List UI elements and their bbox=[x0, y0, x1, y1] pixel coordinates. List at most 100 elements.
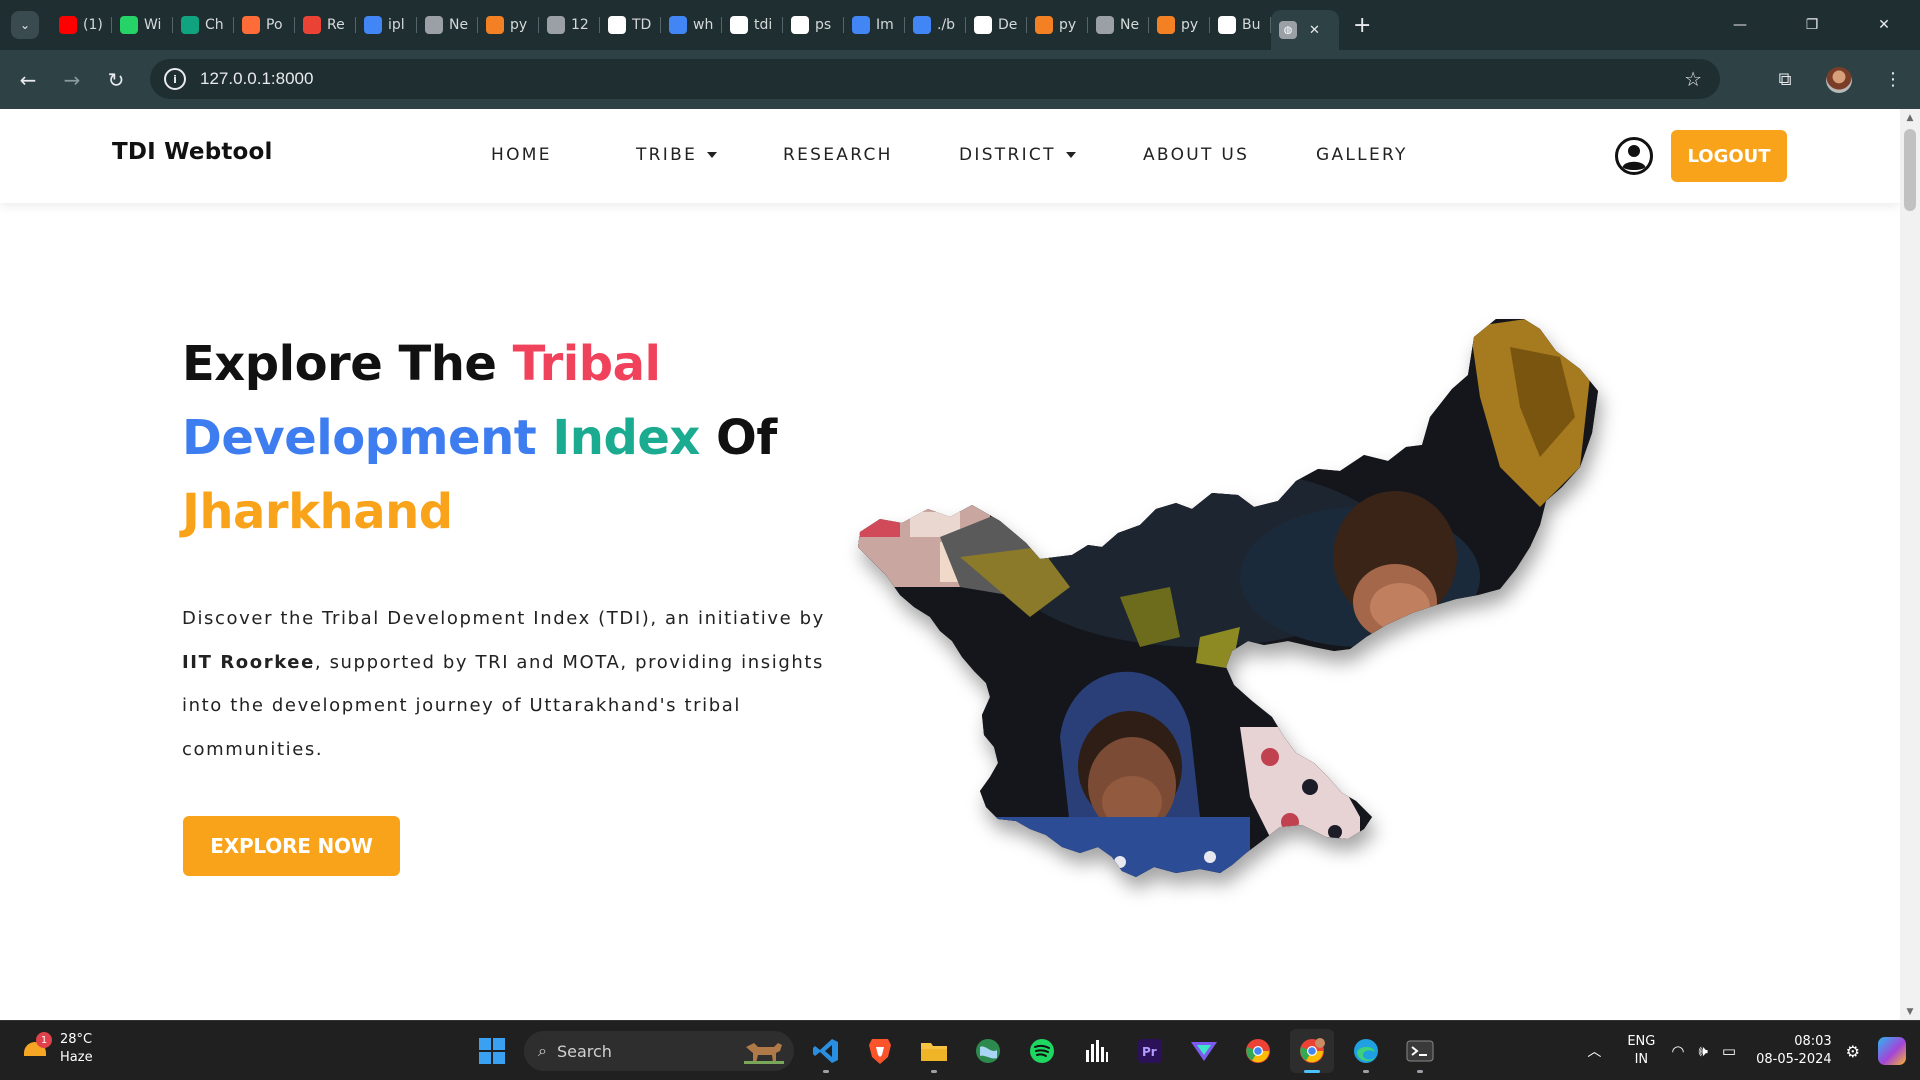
edge-icon[interactable] bbox=[1344, 1029, 1388, 1073]
close-window-icon[interactable]: ✕ bbox=[1848, 0, 1920, 50]
new-tab-icon[interactable]: + bbox=[1353, 13, 1371, 38]
browser-tab[interactable]: Ne bbox=[1088, 8, 1149, 42]
premiere-pro-icon[interactable]: Pr bbox=[1128, 1029, 1172, 1073]
menu-item-district[interactable]: DISTRICT bbox=[959, 145, 1143, 165]
brave-icon[interactable] bbox=[858, 1029, 902, 1073]
menu-item-home[interactable]: HOME bbox=[491, 145, 636, 165]
menu-kebab-icon[interactable]: ⋮ bbox=[1866, 60, 1920, 100]
browser-tab[interactable]: Bu bbox=[1210, 8, 1271, 42]
file-explorer-icon[interactable] bbox=[912, 1029, 956, 1073]
globe-icon: ◍ bbox=[1279, 21, 1297, 39]
desc-part: Discover the Tribal Development Index (T… bbox=[182, 608, 825, 629]
box-icon bbox=[791, 16, 809, 34]
google-icon bbox=[852, 16, 870, 34]
jharkhand-map-image bbox=[858, 319, 1598, 877]
bookmark-star-icon[interactable]: ☆ bbox=[1684, 67, 1702, 91]
hero-description: Discover the Tribal Development Index (T… bbox=[182, 597, 852, 771]
main-menu: HOME TRIBE RESEARCH DISTRICT ABOUT US GA… bbox=[491, 145, 1408, 165]
restore-icon[interactable]: ❐ bbox=[1776, 0, 1848, 50]
menu-item-label: RESEARCH bbox=[783, 145, 893, 165]
copilot-icon[interactable] bbox=[1878, 1037, 1906, 1065]
clock[interactable]: 08:03 08-05-2024 bbox=[1756, 1033, 1832, 1069]
tab-active[interactable]: ◍ ✕ bbox=[1271, 10, 1339, 50]
minimize-icon[interactable]: — bbox=[1704, 0, 1776, 50]
chrome-generic-icon bbox=[1096, 16, 1114, 34]
clock-time: 08:03 bbox=[1794, 1034, 1832, 1049]
title-tribal: Tribal bbox=[512, 336, 661, 392]
settings-gear-icon[interactable]: ⚙ bbox=[1846, 1042, 1860, 1061]
hero-title: Explore The Tribal Development Index Of Jh… bbox=[182, 327, 822, 549]
title-of: Of bbox=[699, 410, 777, 466]
toolbar-actions: ⧉ ⋮ bbox=[1758, 50, 1920, 109]
title-jharkhand: Jharkhand bbox=[182, 484, 453, 540]
site-info-icon[interactable]: i bbox=[164, 68, 186, 90]
stackoverflow-icon bbox=[1035, 16, 1053, 34]
browser-tab[interactable]: py bbox=[478, 8, 539, 42]
page-scrollbar[interactable]: ▲ ▼ bbox=[1900, 109, 1920, 1020]
notification-badge: 1 bbox=[36, 1032, 52, 1048]
taskbar-search[interactable]: ⌕ Search bbox=[524, 1031, 794, 1071]
user-account-icon[interactable] bbox=[1614, 136, 1654, 176]
browser-tab[interactable]: wh bbox=[661, 8, 722, 42]
tab-title: tdi bbox=[754, 17, 773, 33]
tray-overflow-chevron-icon[interactable]: ︿ bbox=[1587, 1041, 1601, 1061]
browser-tab[interactable]: (1) bbox=[51, 8, 112, 42]
github-icon bbox=[608, 16, 626, 34]
logout-button[interactable]: LOGOUT bbox=[1671, 130, 1787, 182]
language-indicator[interactable]: ENG IN bbox=[1627, 1033, 1655, 1069]
site-brand[interactable]: TDI Webtool bbox=[112, 139, 273, 165]
menu-item-research[interactable]: RESEARCH bbox=[783, 145, 959, 165]
spotify-icon[interactable] bbox=[1020, 1029, 1064, 1073]
tab-search-button[interactable]: ⌄ bbox=[11, 11, 39, 39]
tab-title: 12 bbox=[571, 17, 589, 33]
menu-item-tribe[interactable]: TRIBE bbox=[636, 145, 783, 165]
extensions-icon[interactable]: ⧉ bbox=[1758, 60, 1812, 100]
menu-item-about-us[interactable]: ABOUT US bbox=[1143, 145, 1316, 165]
vscode-icon[interactable] bbox=[804, 1029, 848, 1073]
whatsapp-icon bbox=[120, 16, 138, 34]
menu-item-label: DISTRICT bbox=[959, 145, 1056, 165]
browser-tab[interactable]: De bbox=[966, 8, 1027, 42]
xbox-globe-icon[interactable] bbox=[966, 1029, 1010, 1073]
tab-title: Ne bbox=[1120, 17, 1140, 33]
profile-avatar[interactable] bbox=[1812, 60, 1866, 100]
forward-icon[interactable]: → bbox=[54, 62, 90, 98]
tab-title: Re bbox=[327, 17, 345, 33]
scrollbar-thumb[interactable] bbox=[1904, 129, 1916, 211]
chrome-icon[interactable] bbox=[1236, 1029, 1280, 1073]
back-icon[interactable]: ← bbox=[10, 62, 46, 98]
tab-title: py bbox=[1059, 17, 1077, 33]
tray-status-icons[interactable]: ◠ 🕪 ▭ bbox=[1671, 1042, 1736, 1060]
browser-tab[interactable]: Wi bbox=[112, 8, 173, 42]
reload-icon[interactable]: ↻ bbox=[98, 62, 134, 98]
windows-start-icon[interactable] bbox=[470, 1029, 514, 1073]
url-text[interactable]: 127.0.0.1:8000 bbox=[200, 69, 313, 89]
browser-tab[interactable]: Po bbox=[234, 8, 295, 42]
browser-tab[interactable]: ps bbox=[783, 8, 844, 42]
browser-tab[interactable]: py bbox=[1027, 8, 1088, 42]
menu-item-label: TRIBE bbox=[636, 145, 698, 165]
browser-tab[interactable]: Ne bbox=[417, 8, 478, 42]
browser-tab[interactable]: ./b bbox=[905, 8, 966, 42]
browser-tab[interactable]: Im bbox=[844, 8, 905, 42]
proton-vpn-icon[interactable] bbox=[1182, 1029, 1226, 1073]
browser-tab[interactable]: 12 bbox=[539, 8, 600, 42]
weather-widget[interactable]: 1 28°C Haze bbox=[22, 1031, 93, 1067]
browser-tab[interactable]: TD bbox=[600, 8, 661, 42]
browser-tab[interactable]: ipl bbox=[356, 8, 417, 42]
terminal-icon[interactable] bbox=[1398, 1029, 1442, 1073]
menu-item-gallery[interactable]: GALLERY bbox=[1316, 145, 1408, 165]
address-bar[interactable]: i 127.0.0.1:8000 ☆ bbox=[150, 59, 1720, 99]
browser-tab[interactable]: py bbox=[1149, 8, 1210, 42]
tab-title: Ne bbox=[449, 17, 469, 33]
scroll-up-icon[interactable]: ▲ bbox=[1900, 109, 1920, 126]
chrome-profile-active-icon[interactable] bbox=[1290, 1029, 1334, 1073]
close-tab-icon[interactable]: ✕ bbox=[1309, 23, 1320, 38]
browser-tab[interactable]: tdi bbox=[722, 8, 783, 42]
clock-date: 08-05-2024 bbox=[1756, 1052, 1832, 1067]
audio-visualizer-icon[interactable] bbox=[1074, 1029, 1118, 1073]
scroll-down-icon[interactable]: ▼ bbox=[1900, 1003, 1920, 1020]
browser-tab[interactable]: Re bbox=[295, 8, 356, 42]
browser-tab[interactable]: Ch bbox=[173, 8, 234, 42]
explore-now-button[interactable]: EXPLORE NOW bbox=[183, 816, 400, 876]
